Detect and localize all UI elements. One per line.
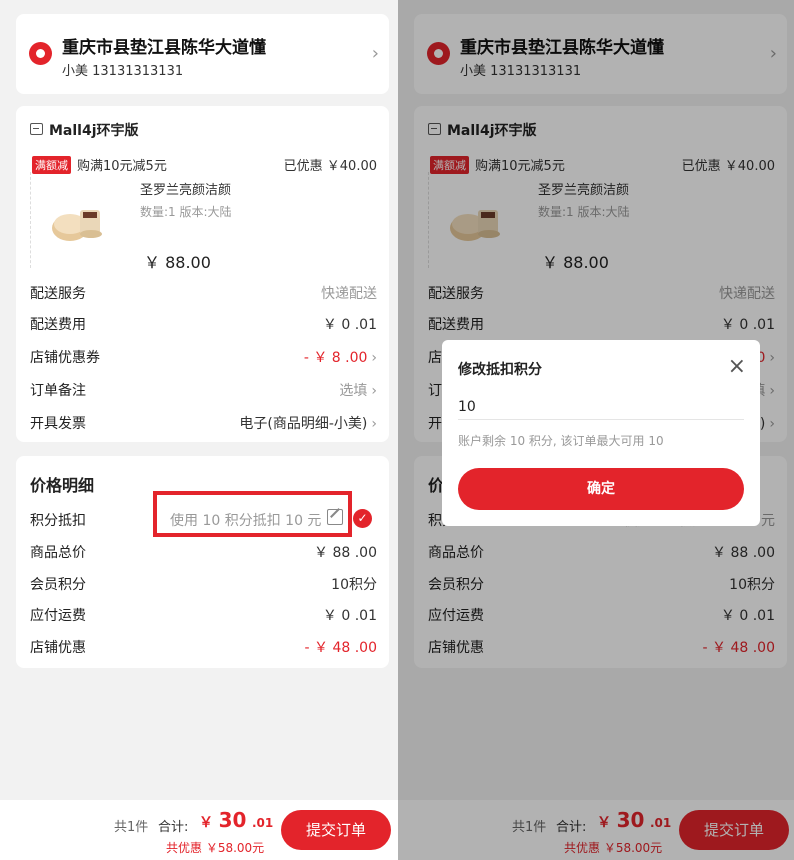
row-label: 商品总价 [30, 545, 86, 561]
points-hint: 账户剩余 10 积分, 该订单最大可用 10 [458, 434, 664, 448]
location-pin-icon [29, 42, 52, 65]
promo-saved: 已优惠 ￥40.00 [283, 159, 377, 174]
chevron-right-icon: › [371, 416, 377, 432]
delivery-fee-row: 配送费用 ￥ 0 .01 [30, 314, 377, 336]
price-detail-title: 价格明细 [30, 476, 95, 495]
row-value: - ￥ 8 .00 [303, 350, 368, 366]
points-input[interactable] [458, 394, 744, 420]
total-amount: ￥ 30 .01 [199, 808, 274, 832]
row-label: 店铺优惠券 [30, 350, 100, 366]
chevron-right-icon: › [371, 350, 377, 366]
row-value: 快递配送 [321, 286, 377, 302]
promo-tag: 满额减 [32, 156, 71, 174]
total-label: 合计: [158, 820, 189, 835]
row-label: 配送费用 [30, 317, 86, 333]
row-label: 开具发票 [30, 416, 86, 432]
goods-total-row: 商品总价 ￥ 88 .00 [30, 542, 377, 564]
member-points-row: 会员积分 10积分 [30, 574, 377, 596]
price-detail-card: 价格明细 积分抵扣 商品总价 ￥ 88 .00 会员积分 10积分 应付运费 ￥… [16, 456, 389, 668]
delivery-service-row[interactable]: 配送服务 快递配送 [30, 283, 377, 305]
row-value: - ￥ 48 .00 [304, 640, 377, 656]
order-panel-right: 重庆市县垫江县陈华大道懂 小美 13131313131 › Mall4j环宇版 … [398, 0, 794, 860]
row-value: 10积分 [331, 577, 377, 593]
row-value: ￥ 88 .00 [314, 545, 377, 561]
row-value: ￥ 0 .01 [322, 608, 377, 624]
points-deduction-text[interactable]: 使用 10 积分抵扣 10 元 [170, 510, 321, 530]
dialog-title: 修改抵扣积分 [458, 362, 542, 378]
item-count: 共1件 [114, 820, 149, 835]
invoice-row[interactable]: 开具发票 电子(商品明细-小美)› [30, 413, 377, 435]
shipping-row: 应付运费 ￥ 0 .01 [30, 605, 377, 627]
product-price: ￥ 88.00 [144, 253, 211, 272]
shop-card: Mall4j环宇版 满额减 购满10元减5元 已优惠 ￥40.00 圣罗兰亮颜洁… [16, 106, 389, 442]
row-label: 配送服务 [30, 286, 86, 302]
edit-icon[interactable] [327, 509, 343, 525]
edit-points-dialog: 修改抵扣积分 × 账户剩余 10 积分, 该订单最大可用 10 确定 [442, 340, 760, 526]
address-title: 重庆市县垫江县陈华大道懂 [62, 38, 266, 58]
row-value: 电子(商品明细-小美) [239, 416, 368, 432]
shop-coupon-row[interactable]: 店铺优惠券 - ￥ 8 .00› [30, 347, 377, 369]
row-label: 会员积分 [30, 577, 86, 593]
confirm-button[interactable]: 确定 [458, 468, 744, 510]
chevron-right-icon: › [371, 43, 379, 64]
product-spec: 数量:1 版本:大陆 [140, 205, 232, 219]
address-contact: 小美 13131313131 [62, 64, 184, 79]
checkout-bar: 共1件 合计: ￥ 30 .01 共优惠 ￥58.00元 提交订单 [0, 800, 400, 860]
chevron-right-icon: › [371, 383, 377, 399]
row-label: 应付运费 [30, 608, 86, 624]
row-label: 积分抵扣 [30, 513, 86, 529]
address-card[interactable]: 重庆市县垫江县陈华大道懂 小美 13131313131 › [16, 14, 389, 94]
product-image [52, 210, 102, 241]
shop-icon [30, 123, 43, 135]
shop-discount-row: 店铺优惠 - ￥ 48 .00 [30, 637, 377, 659]
order-panel-left: 重庆市县垫江县陈华大道懂 小美 13131313131 › Mall4j环宇版 … [0, 0, 400, 860]
shop-name: Mall4j环宇版 [49, 123, 139, 139]
product-name: 圣罗兰亮颜洁颜 [140, 183, 232, 198]
checkmark-icon[interactable]: ✓ [353, 509, 372, 528]
row-value: ￥ 0 .01 [322, 317, 377, 333]
promo-text: 购满10元减5元 [77, 159, 167, 174]
order-note-row[interactable]: 订单备注 选填› [30, 380, 377, 402]
total-discount: 共优惠 ￥58.00元 [166, 841, 265, 855]
row-value: 选填 [339, 383, 368, 399]
row-label: 订单备注 [30, 383, 86, 399]
row-label: 店铺优惠 [30, 640, 86, 656]
submit-order-button[interactable]: 提交订单 [281, 810, 391, 850]
product-divider [30, 172, 31, 268]
close-icon[interactable]: × [728, 356, 746, 378]
